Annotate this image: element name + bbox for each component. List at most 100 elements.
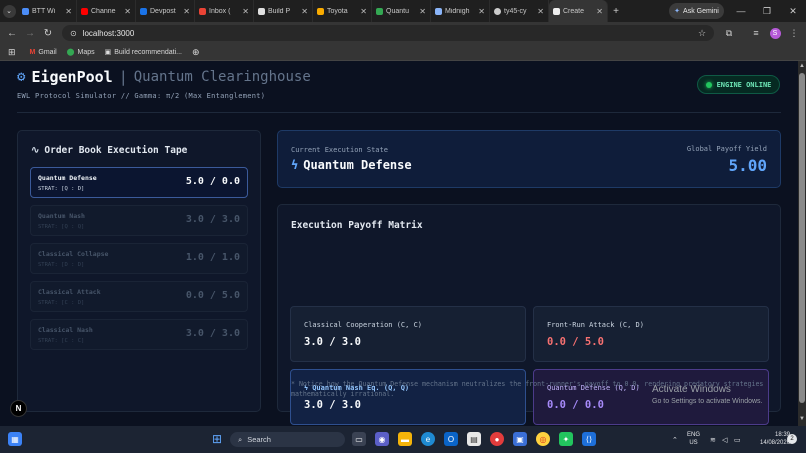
chevron-down-icon: ⌄ xyxy=(2,4,16,18)
engine-status-badge: ENGINE ONLINE xyxy=(697,75,780,94)
store-icon[interactable]: ▤ xyxy=(467,432,481,446)
edge-icon[interactable]: e xyxy=(421,432,435,446)
wifi-icon[interactable]: ≋ xyxy=(710,426,716,453)
brand-subtitle: Quantum Clearinghouse xyxy=(133,69,311,85)
cast-icon[interactable]: ≡ xyxy=(747,22,765,44)
payoff-matrix-card: Execution Payoff Matrix Classical Cooper… xyxy=(277,204,781,425)
bookmarks-bar: ⊞ M Gmail ⬤ Maps ▣ Build recommendati... ⊕ xyxy=(0,44,806,61)
reload-button[interactable]: ↻ xyxy=(39,28,57,39)
tape-row[interactable]: Classical Attack STRAT: [C : D] 0.0 / 5.… xyxy=(30,281,248,312)
tape-title: ∿ Order Book Execution Tape xyxy=(31,145,188,156)
bookmark-maps[interactable]: ⬤ Maps xyxy=(66,48,95,57)
apps-grid-icon[interactable]: ⊞ xyxy=(8,47,16,58)
globe-icon[interactable]: ⊕ xyxy=(192,47,200,58)
more-menu-icon[interactable]: ⋮ xyxy=(785,22,803,44)
site-info-icon[interactable]: ⊙ xyxy=(70,29,77,38)
tray-chevron-icon[interactable]: ⌃ xyxy=(672,426,678,453)
triangle-icon xyxy=(553,7,560,15)
browser-tab-7[interactable]: Midnigh ✕ xyxy=(431,0,490,22)
sparkle-icon xyxy=(435,7,442,15)
map-pin-icon: ⬤ xyxy=(66,49,75,56)
browser-tab-1[interactable]: Channe ✕ xyxy=(77,0,136,22)
document-icon xyxy=(258,7,265,15)
close-icon[interactable]: ✕ xyxy=(419,7,426,16)
scroll-up-icon[interactable]: ▲ xyxy=(798,62,806,70)
tape-row[interactable]: Classical Nash STRAT: [C : C] 3.0 / 3.0 xyxy=(30,319,248,350)
youtube-icon xyxy=(81,7,88,15)
close-icon[interactable]: ✕ xyxy=(596,7,603,16)
widgets-icon[interactable]: ▦ xyxy=(8,432,22,446)
search-icon: ⌕ xyxy=(238,434,243,444)
address-bar[interactable]: ⊙ localhost:3000 xyxy=(62,25,714,41)
clock[interactable]: 18:39 14/08/2026 xyxy=(760,431,790,447)
browser-tab-0[interactable]: BTT Wi ✕ xyxy=(18,0,77,22)
close-window-button[interactable]: ✕ xyxy=(780,0,806,22)
close-icon[interactable]: ✕ xyxy=(360,7,367,16)
execution-tape-panel: ∿ Order Book Execution Tape Quantum Defe… xyxy=(17,130,261,412)
extensions-icon[interactable]: ⧉ xyxy=(720,22,738,44)
matrix-title: Execution Payoff Matrix xyxy=(291,220,423,231)
browser-tab-6[interactable]: Quantu ✕ xyxy=(372,0,431,22)
taskbar-search[interactable]: ⌕ Search xyxy=(230,432,345,447)
bookmark-star-icon[interactable]: ☆ xyxy=(693,22,711,44)
chrome-icon[interactable]: ◎ xyxy=(536,432,550,446)
back-button[interactable]: ← xyxy=(3,28,21,39)
browser-tab-4[interactable]: Build P ✕ xyxy=(254,0,313,22)
scrollbar-thumb[interactable] xyxy=(799,73,805,403)
tape-row[interactable]: Classical Collapse STRAT: [D : D] 1.0 / … xyxy=(30,243,248,274)
windows-taskbar: ▦ ⊞ ⌕ Search ▭ ◉ ▬ e O ▤ ● ▣ ◎ ✦ ⟨⟩ ⌃ EN… xyxy=(0,426,806,453)
header-divider xyxy=(17,112,781,113)
bookmark-gmail[interactable]: M Gmail xyxy=(30,49,57,56)
tab-search-menu[interactable]: ⌄ xyxy=(0,0,18,22)
scroll-down-icon[interactable]: ▼ xyxy=(798,415,806,423)
sparkle-icon xyxy=(376,7,383,15)
page-scrollbar[interactable]: ▲ ▼ xyxy=(798,61,806,426)
volume-icon[interactable]: ◁ xyxy=(722,426,727,453)
battery-icon[interactable]: ▭ xyxy=(734,426,741,453)
notification-badge[interactable]: 2 xyxy=(787,434,797,444)
browser-tab-bar: ⌄ BTT Wi ✕ Channe ✕ Devpost ✕ Inbox (✕ Buil… xyxy=(0,0,806,22)
phone-link-icon[interactable]: ▣ xyxy=(513,432,527,446)
vscode-icon[interactable]: ⟨⟩ xyxy=(582,432,596,446)
browser-tab-9[interactable]: Create ✕ xyxy=(549,0,608,22)
browser-tab-5[interactable]: Toyota ✕ xyxy=(313,0,372,22)
file-explorer-icon[interactable]: ▬ xyxy=(398,432,412,446)
browser-tab-8[interactable]: ty45-cy ✕ xyxy=(490,0,549,22)
close-icon[interactable]: ✕ xyxy=(65,7,72,16)
outlook-icon[interactable]: O xyxy=(444,432,458,446)
windows-start-icon[interactable]: ⊞ xyxy=(210,432,224,446)
close-icon[interactable]: ✕ xyxy=(242,7,249,16)
browser-tab-2[interactable]: Devpost ✕ xyxy=(136,0,195,22)
close-icon[interactable]: ✕ xyxy=(124,7,131,16)
minimize-button[interactable]: — xyxy=(728,0,754,22)
ask-gemini-button[interactable]: ✦ Ask Gemini xyxy=(669,3,724,19)
state-value: ϟ Quantum Defense xyxy=(291,158,412,172)
close-icon[interactable]: ✕ xyxy=(478,7,485,16)
status-dot-icon xyxy=(705,81,712,88)
new-tab-button[interactable]: + xyxy=(608,6,624,17)
restore-button[interactable]: ❐ xyxy=(754,0,780,22)
close-icon[interactable]: ✕ xyxy=(301,7,308,16)
nextjs-dev-badge[interactable]: N xyxy=(10,400,27,417)
stack-icon xyxy=(317,7,324,15)
profile-avatar[interactable]: S xyxy=(766,22,784,44)
office-icon[interactable]: ● xyxy=(490,432,504,446)
task-view-icon[interactable]: ▭ xyxy=(352,432,366,446)
gmail-icon: M xyxy=(29,48,36,56)
app-icon[interactable]: ✦ xyxy=(559,432,573,446)
activation-watermark-subtitle: Go to Settings to activate Windows. xyxy=(652,398,763,405)
tape-row[interactable]: Quantum Nash STRAT: [Q : Q] 3.0 / 3.0 xyxy=(30,205,248,236)
input-language[interactable]: ENG US xyxy=(687,431,700,447)
execution-state-card: Current Execution State ϟ Quantum Defens… xyxy=(277,130,781,188)
forward-button[interactable]: → xyxy=(21,28,39,39)
close-icon[interactable]: ✕ xyxy=(183,7,190,16)
gemini-icon: ✦ xyxy=(674,8,681,15)
teams-icon[interactable]: ◉ xyxy=(375,432,389,446)
close-icon[interactable]: ✕ xyxy=(537,7,544,16)
bookmark-build[interactable]: ▣ Build recommendati... xyxy=(104,48,182,57)
tape-row[interactable]: Quantum Defense STRAT: [Q : D] 5.0 / 0.0 xyxy=(30,167,248,198)
activation-watermark-title: Activate Windows xyxy=(652,384,731,395)
browser-tab-3[interactable]: Inbox (✕ xyxy=(195,0,254,22)
document-icon: ▣ xyxy=(104,49,112,56)
brand-name: EigenPool xyxy=(31,68,113,86)
